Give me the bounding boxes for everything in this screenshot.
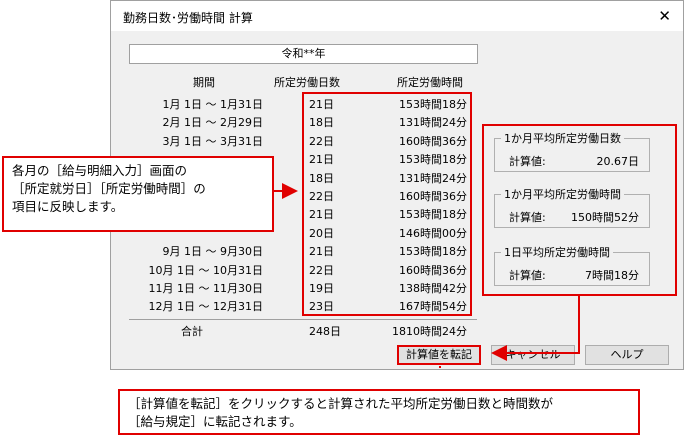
avg-daily-hours-title: 1日平均所定労働時間 — [501, 244, 613, 260]
divider — [129, 319, 477, 320]
avg-daily-hours-label: 計算値: — [509, 269, 546, 282]
total-days: 248日 — [309, 325, 341, 338]
period-header: 期間 — [193, 76, 215, 89]
period-cell: 3月 1日 ～ 3月31日 — [162, 134, 263, 148]
bottom-callout-line2: ［給与規定］に転記されます。 — [128, 414, 302, 429]
total-row: 合計 248日 1810時間24分 — [111, 323, 491, 343]
days-header: 所定労働日数 — [274, 76, 340, 89]
title-bar: 勤務日数･労働時間 計算 ✕ — [111, 1, 683, 31]
period-cell: 9月 1日 ～ 9月30日 — [162, 245, 263, 259]
avg-monthly-hours-value: 150時間52分 — [571, 211, 639, 224]
avg-days-group: 1か月平均所定労働日数 計算値: 20.67日 — [494, 130, 650, 172]
bottom-callout-line1: ［計算値を転記］をクリックすると計算された平均所定労働日数と時間数が — [128, 396, 554, 411]
period-cell: 1月 1日 ～ 1月31日 — [162, 98, 263, 111]
left-callout-line1: 各月の［給与明細入力］画面の — [12, 163, 188, 178]
avg-monthly-hours-label: 計算値: — [509, 211, 546, 224]
left-callout-line3: 項目に反映します。 — [12, 199, 124, 214]
transfer-button[interactable]: 計算値を転記 — [397, 345, 481, 365]
period-cell: 2月 1日 ～ 2月29日 — [162, 116, 263, 130]
total-label: 合計 — [181, 325, 203, 338]
dialog-title: 勤務日数･労働時間 計算 — [123, 11, 253, 25]
hours-header: 所定労働時間 — [397, 76, 463, 89]
monthly-values-highlight — [302, 92, 472, 316]
averages-highlight: 1か月平均所定労働日数 計算値: 20.67日 1か月平均所定労働時間 計算値:… — [482, 124, 677, 296]
avg-monthly-hours-group: 1か月平均所定労働時間 計算値: 150時間52分 — [494, 186, 650, 228]
period-cell: 10月 1日 ～ 10月31日 — [148, 263, 263, 277]
avg-daily-hours-value: 7時間18分 — [585, 269, 639, 282]
period-cell: 11月 1日 ～ 11月30日 — [148, 282, 263, 295]
total-hours: 1810時間24分 — [392, 325, 467, 338]
avg-days-title: 1か月平均所定労働日数 — [501, 130, 624, 146]
cancel-button[interactable]: キャンセル — [491, 345, 575, 365]
avg-days-label: 計算値: — [509, 155, 546, 168]
help-button[interactable]: ヘルプ — [585, 345, 669, 365]
left-callout: 各月の［給与明細入力］画面の ［所定就労日］［所定労働時間］の 項目に反映します… — [2, 156, 274, 232]
close-icon[interactable]: ✕ — [658, 7, 671, 25]
year-field: 令和**年 — [129, 44, 478, 64]
bottom-callout: ［計算値を転記］をクリックすると計算された平均所定労働日数と時間数が ［給与規定… — [118, 389, 640, 435]
avg-monthly-hours-title: 1か月平均所定労働時間 — [501, 186, 624, 202]
period-cell: 12月 1日 ～ 12月31日 — [148, 300, 263, 314]
avg-days-value: 20.67日 — [596, 155, 640, 168]
left-callout-line2: ［所定就労日］［所定労働時間］の — [12, 181, 206, 196]
avg-daily-hours-group: 1日平均所定労働時間 計算値: 7時間18分 — [494, 244, 650, 286]
